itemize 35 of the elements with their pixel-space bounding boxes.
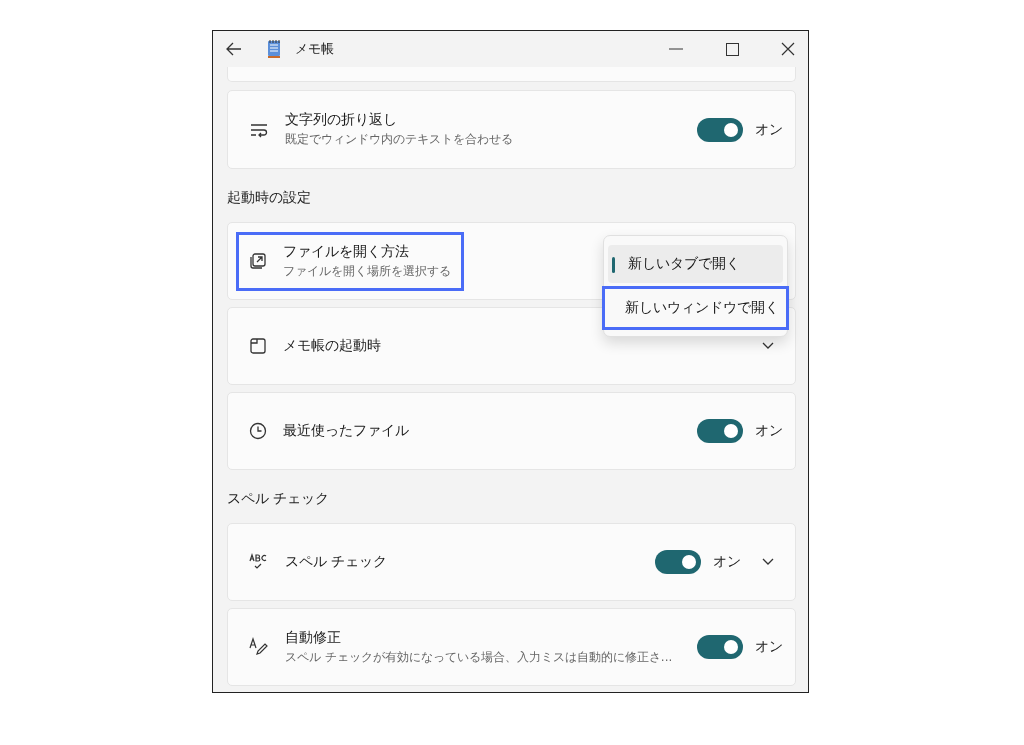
- chevron-down-icon: [762, 342, 774, 350]
- window-icon: [249, 337, 267, 355]
- toggle-switch[interactable]: [655, 550, 701, 574]
- setting-title: スペル チェック: [285, 553, 388, 571]
- window-title: メモ帳: [295, 40, 334, 58]
- minimize-icon: [669, 48, 683, 50]
- setting-title: メモ帳の起動時: [283, 337, 381, 355]
- toggle-state-label: オン: [755, 120, 783, 139]
- toggle-state-label: オン: [713, 553, 741, 571]
- chevron-down-icon: [762, 558, 774, 566]
- clock-icon: [249, 422, 267, 440]
- setting-description: 既定でウィンドウ内のテキストを合わせる: [285, 131, 513, 148]
- toggle-switch[interactable]: [697, 635, 743, 659]
- setting-title: 自動修正: [285, 628, 342, 647]
- notepad-icon: [267, 40, 281, 58]
- menu-item[interactable]: 新しいウィンドウで開く: [602, 286, 789, 330]
- toggle-state-label: オン: [755, 638, 783, 656]
- open-window-icon: [249, 252, 267, 270]
- text-wrap-icon: [249, 121, 269, 138]
- setting-title: 文字列の折り返し: [285, 111, 398, 129]
- setting-title: 最近使ったファイル: [283, 422, 409, 440]
- menu-item[interactable]: 新しいタブで開く: [608, 245, 783, 283]
- toggle-switch[interactable]: [697, 419, 743, 443]
- back-arrow-icon: [226, 42, 242, 56]
- maximize-icon: [725, 42, 739, 56]
- toggle-switch[interactable]: [697, 117, 743, 142]
- section-heading: 起動時の設定: [227, 187, 312, 207]
- toggle-state-label: オン: [755, 422, 783, 440]
- setting-title: ファイルを開く方法: [283, 242, 410, 261]
- close-icon: [781, 42, 795, 56]
- setting-description: ファイルを開く場所を選択する: [283, 262, 451, 280]
- section-heading: スペル チェック: [227, 488, 331, 508]
- setting-description: スペル チェックが有効になっている場合、入力ミスは自動的に修正さ...: [285, 648, 673, 666]
- spell-check-icon: [249, 553, 269, 571]
- autocorrect-icon: [249, 637, 269, 657]
